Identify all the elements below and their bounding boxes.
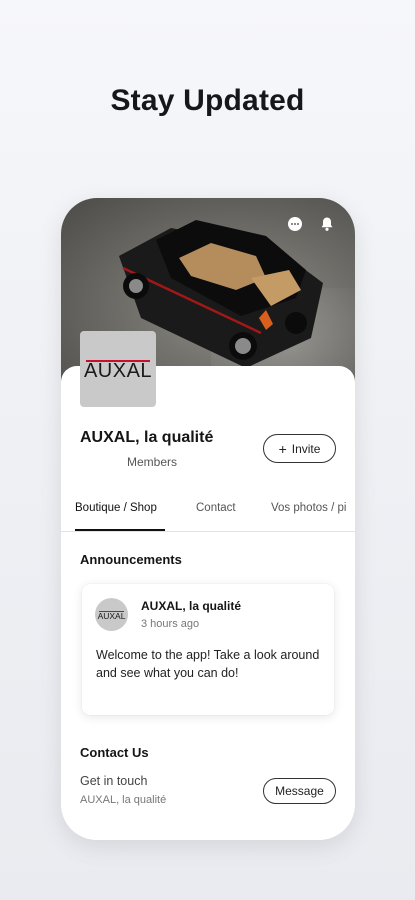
bell-icon[interactable] <box>319 216 335 232</box>
tab-vos-photos[interactable]: Vos photos / pi <box>271 502 346 514</box>
logo-text: AUXAL <box>83 359 153 382</box>
phone-frame: AUXAL AUXAL, la qualité Members + Invite… <box>61 198 355 840</box>
invite-button[interactable]: + Invite <box>263 434 336 463</box>
message-button[interactable]: Message <box>263 778 336 804</box>
tab-boutique-shop[interactable]: Boutique / Shop <box>75 502 157 514</box>
avatar: AUXAL <box>95 598 128 631</box>
site-title: AUXAL, la qualité <box>80 429 214 446</box>
plus-icon: + <box>278 440 287 457</box>
page-headline: Stay Updated <box>110 84 305 117</box>
chat-icon[interactable] <box>287 216 303 232</box>
contact-subtitle: Get in touch <box>80 774 148 788</box>
tab-bar: Boutique / Shop Contact Vos photos / pi <box>61 492 355 532</box>
avatar-accent-line <box>99 611 124 612</box>
site-logo: AUXAL <box>80 331 156 407</box>
announcement-post[interactable]: AUXAL AUXAL, la qualité 3 hours ago Welc… <box>82 584 334 715</box>
tab-contact[interactable]: Contact <box>196 502 236 514</box>
post-body: Welcome to the app! Take a look around a… <box>96 648 320 680</box>
post-timestamp: 3 hours ago <box>141 618 200 630</box>
announcements-heading: Announcements <box>80 552 182 567</box>
contact-heading: Contact Us <box>80 745 149 760</box>
avatar-logo-text: AUXAL <box>97 610 126 621</box>
contact-site-name: AUXAL, la qualité <box>80 794 167 806</box>
members-label[interactable]: Members <box>127 455 177 469</box>
active-tab-indicator <box>75 529 165 531</box>
post-author: AUXAL, la qualité <box>141 599 242 613</box>
invite-label: Invite <box>291 441 321 456</box>
logo-accent-line <box>86 360 150 362</box>
